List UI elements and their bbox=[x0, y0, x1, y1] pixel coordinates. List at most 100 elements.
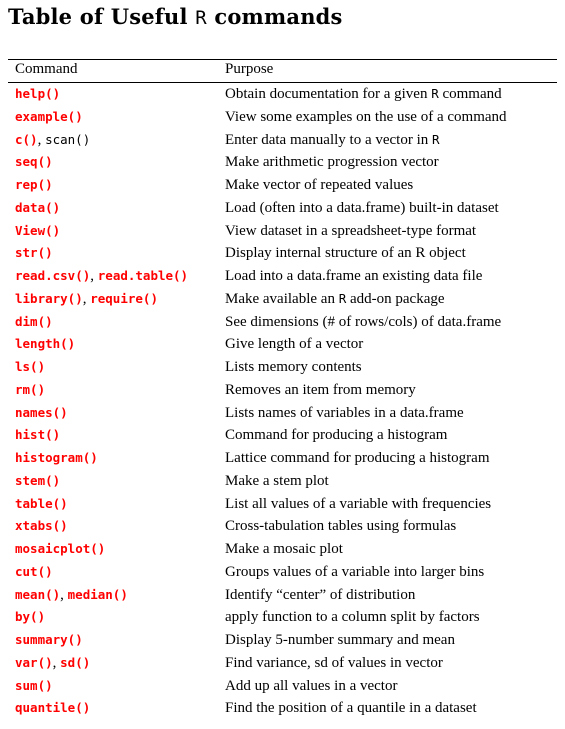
purpose-text: Make a mosaic plot bbox=[225, 541, 343, 557]
purpose-text: Add up all values in a vector bbox=[225, 677, 398, 694]
purpose-cell: Obtain documentation for a given R comma… bbox=[225, 86, 502, 103]
purpose-text: Make arithmetic progression vector bbox=[225, 154, 439, 171]
purpose-cell: Groups values of a variable into larger … bbox=[225, 564, 484, 581]
document-page: Table of Useful R commands Command Purpo… bbox=[0, 0, 565, 729]
purpose-cell: See dimensions (# of rows/cols) of data.… bbox=[225, 314, 501, 331]
purpose-cell: Display internal structure of an R objec… bbox=[225, 245, 466, 262]
table-row: by() apply function to a column split by … bbox=[0, 607, 565, 630]
command-cell: seq() bbox=[15, 154, 53, 171]
purpose-text: Load into a data.frame an existing data … bbox=[225, 268, 483, 284]
purpose-cell: Add up all values in a vector bbox=[225, 678, 397, 695]
table-top-rule bbox=[8, 59, 557, 61]
purpose-text: See dimensions (# of rows/cols) of data.… bbox=[225, 313, 502, 330]
purpose-cell: Identify “center” of distribution bbox=[225, 587, 415, 604]
table-row: ls() Lists memory contents bbox=[0, 357, 565, 380]
command-name: seq() bbox=[15, 154, 53, 170]
command-cell: by() bbox=[15, 609, 45, 626]
table-row: c(), scan() Enter data manually to a vect… bbox=[0, 130, 565, 153]
command-name: stem() bbox=[15, 472, 61, 488]
command-name: require() bbox=[90, 290, 158, 306]
purpose-cell: Removes an item from memory bbox=[225, 382, 416, 399]
page-title: Table of Useful R commands bbox=[8, 4, 343, 29]
purpose-cell: Lists names of variables in a data.frame bbox=[225, 405, 464, 422]
purpose-text: View dataset in a spreadsheet-type forma… bbox=[225, 222, 477, 239]
command-name: var() bbox=[15, 654, 53, 670]
command-cell: data() bbox=[15, 200, 60, 217]
table-row: hist() Command for producing a histogram bbox=[0, 425, 565, 448]
purpose-cell: Find the position of a quantile in a dat… bbox=[225, 700, 477, 717]
table-row: example() View some examples on the use o… bbox=[0, 107, 565, 130]
command-cell: table() bbox=[15, 496, 68, 513]
command-cell: cut() bbox=[15, 564, 53, 581]
command-name: names() bbox=[15, 404, 68, 420]
purpose-cell: Load (often into a data.frame) built-in … bbox=[225, 200, 499, 217]
table-row: mosaicplot() Make a mosaic plot bbox=[0, 539, 565, 562]
command-cell: sum() bbox=[15, 678, 53, 695]
command-name: read.table() bbox=[97, 268, 189, 283]
table-row: data() Load (often into a data.frame) bui… bbox=[0, 198, 565, 221]
purpose-text: Removes an item from memory bbox=[225, 381, 416, 398]
table-body: help() Obtain documentation for a given R… bbox=[0, 84, 565, 721]
command-cell: var(), sd() bbox=[15, 655, 90, 672]
purpose-text: Make a stem plot bbox=[225, 472, 329, 489]
command-name: ls() bbox=[15, 359, 46, 374]
purpose-text: Find the position of a quantile in a dat… bbox=[225, 700, 477, 717]
command-cell: rm() bbox=[15, 382, 45, 399]
purpose-code: R bbox=[431, 86, 439, 101]
table-row: library(), require() Make available an R … bbox=[0, 289, 565, 312]
command-cell: ls() bbox=[15, 359, 45, 376]
command-name: table() bbox=[15, 495, 68, 511]
command-name: quantile() bbox=[15, 700, 91, 716]
table-row: seq() Make arithmetic progression vector bbox=[0, 152, 565, 175]
purpose-text: Find variance, sd of values in vector bbox=[225, 654, 443, 671]
command-name: help() bbox=[15, 86, 61, 101]
purpose-text: Obtain documentation for a given bbox=[225, 86, 432, 102]
table-row: rm() Removes an item from memory bbox=[0, 380, 565, 403]
command-name: length() bbox=[15, 336, 76, 352]
purpose-text: Command for producing a histogram bbox=[225, 427, 448, 444]
purpose-text: apply function to a column split by fact… bbox=[225, 609, 480, 626]
command-name: rm() bbox=[15, 381, 46, 397]
table-row: histogram() Lattice command for producing… bbox=[0, 448, 565, 471]
title-prefix: Table of Useful bbox=[8, 4, 196, 29]
purpose-text: Lists memory contents bbox=[225, 359, 362, 375]
purpose-text: Load (often into a data.frame) built-in … bbox=[225, 199, 499, 216]
table-row: xtabs() Cross-tabulation tables using for… bbox=[0, 516, 565, 539]
table-row: rep() Make vector of repeated values bbox=[0, 175, 565, 198]
purpose-cell: Make a mosaic plot bbox=[225, 541, 343, 558]
command-name: by() bbox=[15, 609, 46, 625]
command-name: hist() bbox=[15, 427, 61, 443]
command-cell: library(), require() bbox=[15, 291, 158, 308]
command-cell: c(), scan() bbox=[15, 132, 90, 149]
command-name: summary() bbox=[15, 632, 83, 647]
command-name: mosaicplot() bbox=[15, 541, 106, 556]
purpose-cell: View some examples on the use of a comma… bbox=[225, 109, 507, 126]
purpose-text: Display internal structure of an R objec… bbox=[225, 245, 466, 262]
purpose-text: command bbox=[438, 86, 502, 102]
command-cell: mosaicplot() bbox=[15, 541, 105, 558]
title-suffix: commands bbox=[206, 4, 343, 29]
command-name: sd() bbox=[60, 654, 91, 670]
table-row: summary() Display 5-number summary and me… bbox=[0, 630, 565, 653]
command-cell: example() bbox=[15, 109, 83, 126]
purpose-cell: Give length of a vector bbox=[225, 336, 363, 353]
command-cell: stem() bbox=[15, 473, 60, 490]
command-cell: read.csv(), read.table() bbox=[15, 268, 188, 285]
command-name: mean() bbox=[15, 586, 61, 602]
command-cell: View() bbox=[15, 223, 60, 240]
purpose-cell: Cross-tabulation tables using formulas bbox=[225, 518, 456, 535]
command-name: data() bbox=[15, 199, 61, 215]
purpose-text: Give length of a vector bbox=[225, 336, 364, 353]
purpose-cell: List all values of a variable with frequ… bbox=[225, 496, 491, 513]
purpose-cell: Make a stem plot bbox=[225, 473, 329, 490]
purpose-text: View some examples on the use of a comma… bbox=[225, 108, 507, 125]
command-cell: xtabs() bbox=[15, 518, 68, 535]
purpose-code: R bbox=[432, 131, 440, 147]
purpose-cell: Make available an R add-on package bbox=[225, 291, 445, 308]
title-code: R bbox=[195, 7, 207, 29]
purpose-cell: Command for producing a histogram bbox=[225, 427, 447, 444]
purpose-cell: Find variance, sd of values in vector bbox=[225, 655, 443, 672]
purpose-text: List all values of a variable with frequ… bbox=[225, 495, 492, 512]
table-row: quantile() Find the position of a quantil… bbox=[0, 698, 565, 721]
purpose-text: add-on package bbox=[346, 290, 445, 307]
